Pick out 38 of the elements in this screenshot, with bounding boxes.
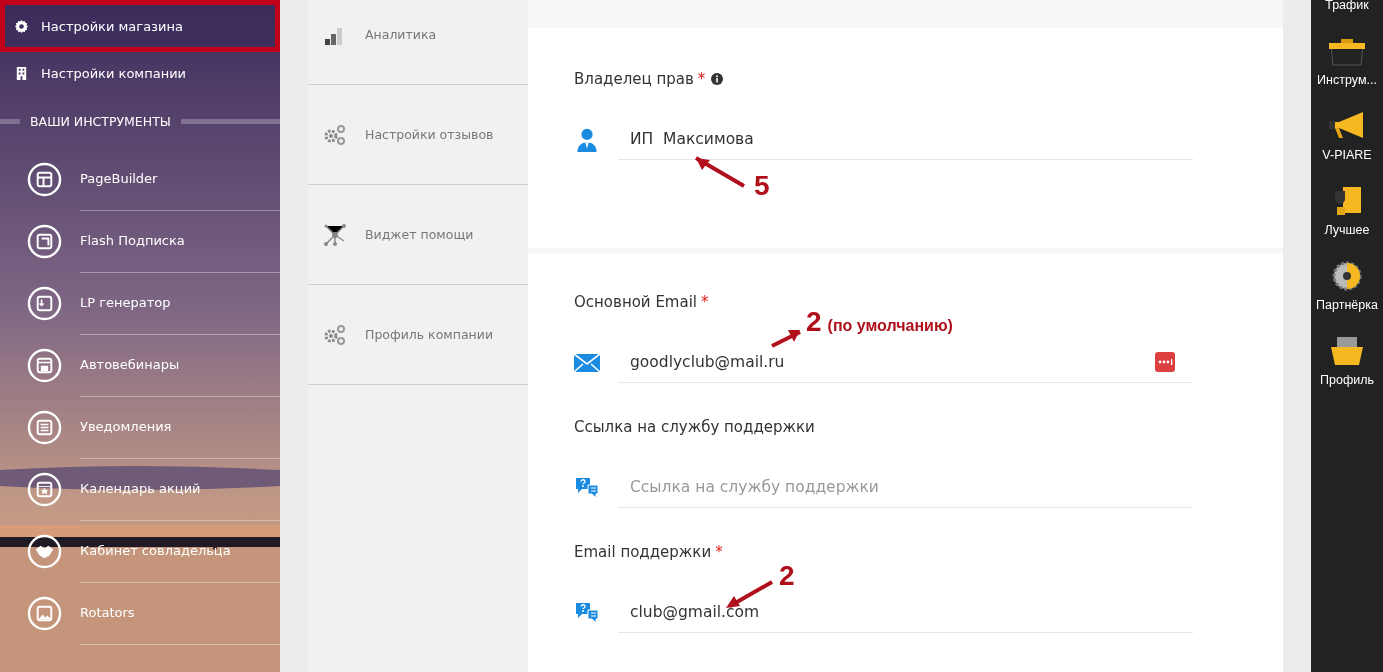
window-icon <box>27 161 62 197</box>
window-icon <box>27 285 62 321</box>
dock-item[interactable]: Трафик <box>1325 0 1369 12</box>
gears-icon <box>323 322 347 347</box>
window-icon <box>27 409 62 445</box>
field-label: Основной Email <box>574 293 697 311</box>
field-label: Владелец прав <box>574 70 694 88</box>
input-field[interactable]: goodlyclub@mail.ru <box>618 342 1193 383</box>
section-heading: ВАШИ ИНСТРУМЕНТЫ <box>30 113 171 129</box>
dock-item[interactable]: Профиль <box>1320 312 1374 387</box>
image-icon <box>27 595 62 631</box>
annotation-number: 2 <box>806 306 822 338</box>
dock-item[interactable]: V-PIARE <box>1322 87 1372 162</box>
annotation-number: 2 <box>779 560 795 592</box>
more-icon[interactable] <box>1155 352 1175 372</box>
network-icon <box>323 222 347 247</box>
sidebar-item[interactable]: Настройки магазина <box>0 0 280 52</box>
annotation-number: 5 <box>754 170 770 202</box>
dock-item[interactable]: Лучшее <box>1324 162 1370 237</box>
building-icon <box>14 65 29 81</box>
required-mark: * <box>697 70 706 88</box>
field-label: Email поддержки <box>574 543 712 561</box>
chat-icon <box>574 475 600 500</box>
window-icon <box>27 223 62 259</box>
field-label: Ссылка на службу поддержки <box>574 418 815 436</box>
dock-item[interactable]: Инструм... <box>1317 12 1377 87</box>
handshake-icon <box>27 533 62 569</box>
window-icon <box>27 347 62 383</box>
required-mark: * <box>701 293 709 311</box>
sidebar-item[interactable]: Настройки компании <box>0 52 280 94</box>
settings-icon <box>14 18 29 34</box>
dock-item[interactable]: Партнёрка <box>1316 237 1378 312</box>
calendar-icon <box>27 471 62 507</box>
annotation-note: (по умолчанию) <box>827 317 953 335</box>
input-field[interactable]: ИП Максимова <box>618 119 1193 160</box>
required-mark: * <box>715 543 723 561</box>
chat-icon <box>574 600 600 625</box>
gears-icon <box>323 122 347 147</box>
